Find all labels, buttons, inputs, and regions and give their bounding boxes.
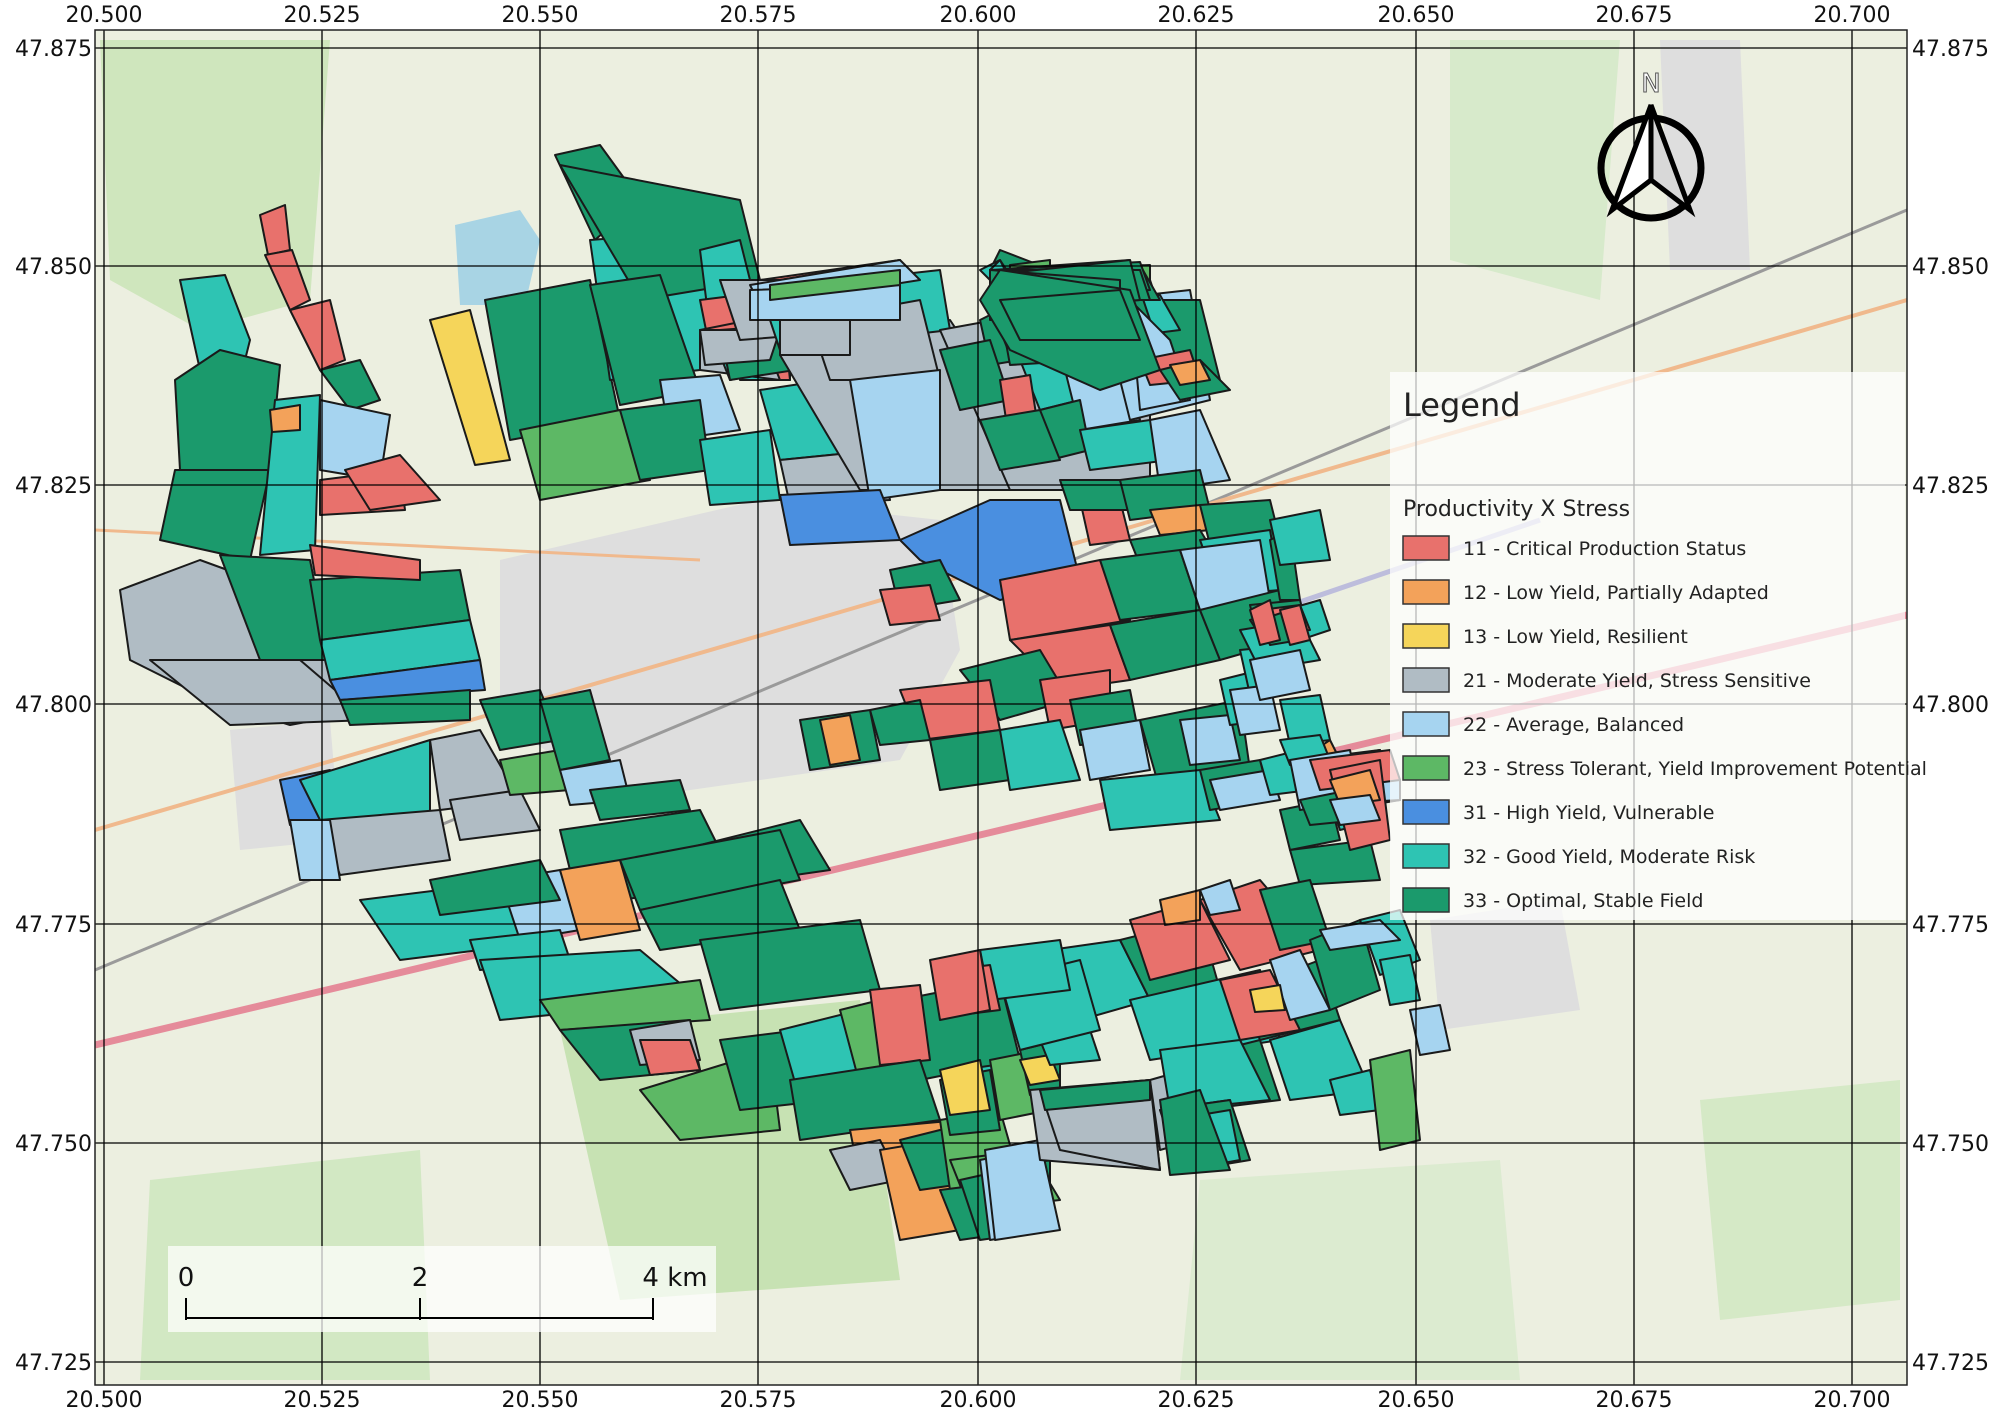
x-tick-label-bottom: 20.575: [720, 1388, 797, 1413]
y-tick-label-right: 47.875: [1912, 37, 1989, 62]
legend-item-label: 32 - Good Yield, Moderate Risk: [1463, 846, 1755, 868]
field-parcel: [779, 319, 851, 356]
field-parcel: [1079, 719, 1151, 781]
legend-item-label: 13 - Low Yield, Resilient: [1463, 626, 1688, 648]
forest-area: [1180, 1160, 1520, 1380]
field-parcel: [269, 404, 301, 433]
legend-swatch: [1402, 623, 1450, 649]
legend-swatch: [1402, 799, 1450, 825]
x-tick-label-bottom: 20.525: [284, 1388, 361, 1413]
y-tick-label-left: 47.725: [15, 1351, 92, 1376]
field-parcel: [1369, 1049, 1421, 1151]
forest-area: [1700, 1080, 1900, 1320]
legend-item-label: 12 - Low Yield, Partially Adapted: [1463, 582, 1769, 604]
y-tick-label-right: 47.800: [1912, 693, 1989, 718]
field-parcel: [999, 289, 1141, 341]
field-parcel: [1269, 509, 1331, 566]
y-tick-label-right: 47.725: [1912, 1351, 1989, 1376]
scale-label-4km: 4 km: [642, 1263, 707, 1293]
field-parcel: [289, 819, 341, 881]
legend-swatch: [1402, 755, 1450, 781]
field-parcel: [699, 429, 781, 506]
field-parcel: [929, 729, 1011, 791]
x-tick-label-top: 20.625: [1158, 3, 1235, 28]
y-tick-label-left: 47.775: [15, 913, 92, 938]
legend-item-label: 33 - Optimal, Stable Field: [1463, 890, 1703, 912]
y-tick-label-right: 47.850: [1912, 255, 1989, 280]
legend-item-label: 21 - Moderate Yield, Stress Sensitive: [1463, 670, 1811, 692]
y-tick-label-left: 47.850: [15, 255, 92, 280]
x-tick-label-bottom: 20.500: [66, 1388, 143, 1413]
y-tick-label-right: 47.750: [1912, 1132, 1989, 1157]
x-tick-label-top: 20.550: [502, 3, 579, 28]
field-parcel: [879, 584, 941, 626]
forest-area: [1450, 40, 1620, 300]
y-tick-label-left: 47.800: [15, 693, 92, 718]
legend-item-label: 31 - High Yield, Vulnerable: [1463, 802, 1714, 824]
scale-label-2: 2: [412, 1263, 429, 1293]
legend-item-label: 23 - Stress Tolerant, Yield Improvement …: [1463, 758, 1927, 780]
legend-swatch: [1402, 887, 1450, 913]
x-tick-label-bottom: 20.550: [502, 1388, 579, 1413]
legend-swatch: [1402, 535, 1450, 561]
lake: [455, 210, 540, 305]
field-parcel: [1249, 984, 1286, 1013]
y-tick-label-left: 47.825: [15, 474, 92, 499]
map-figure: 20.500 20.500 20.525 20.525 20.550 20.550 20.5…: [15, 3, 1989, 1413]
x-tick-label-bottom: 20.600: [940, 1388, 1017, 1413]
town-area: [1660, 40, 1750, 270]
scale-bar: 0 2 4 km: [168, 1246, 716, 1332]
x-tick-label-bottom: 20.625: [1158, 1388, 1235, 1413]
y-tick-label-left: 47.875: [15, 37, 92, 62]
legend-title: Legend: [1403, 386, 1521, 424]
x-tick-label-top: 20.700: [1814, 3, 1891, 28]
legend-swatch: [1402, 843, 1450, 869]
legend-subtitle: Productivity X Stress: [1403, 497, 1630, 522]
scale-bar-box: [168, 1246, 716, 1332]
legend-item-label: 22 - Average, Balanced: [1463, 714, 1684, 736]
x-tick-label-bottom: 20.700: [1814, 1388, 1891, 1413]
x-tick-label-top: 20.650: [1378, 3, 1455, 28]
y-tick-label-right: 47.775: [1912, 913, 1989, 938]
field-parcel: [869, 984, 931, 1066]
field-parcel: [929, 949, 991, 1021]
x-tick-label-bottom: 20.675: [1596, 1388, 1673, 1413]
x-tick-label-top: 20.675: [1596, 3, 1673, 28]
field-parcel: [779, 489, 901, 546]
x-tick-label-top: 20.525: [284, 3, 361, 28]
scale-label-0: 0: [178, 1263, 195, 1293]
legend-swatch: [1402, 711, 1450, 737]
x-tick-label-top: 20.500: [66, 3, 143, 28]
x-tick-label-top: 20.575: [720, 3, 797, 28]
legend-item-label: 11 - Critical Production Status: [1463, 538, 1746, 560]
x-tick-label-bottom: 20.650: [1378, 1388, 1455, 1413]
north-label: N: [1641, 69, 1660, 99]
y-tick-label-left: 47.750: [15, 1132, 92, 1157]
legend-swatch: [1402, 667, 1450, 693]
field-parcel: [939, 1059, 991, 1116]
legend: Legend Productivity X Stress 11 - Critic…: [1390, 372, 1927, 920]
legend-swatch: [1402, 579, 1450, 605]
field-parcel: [639, 1039, 701, 1076]
x-tick-label-top: 20.600: [940, 3, 1017, 28]
field-parcel: [1249, 649, 1311, 701]
field-parcel: [1329, 794, 1381, 826]
y-tick-label-right: 47.825: [1912, 474, 1989, 499]
